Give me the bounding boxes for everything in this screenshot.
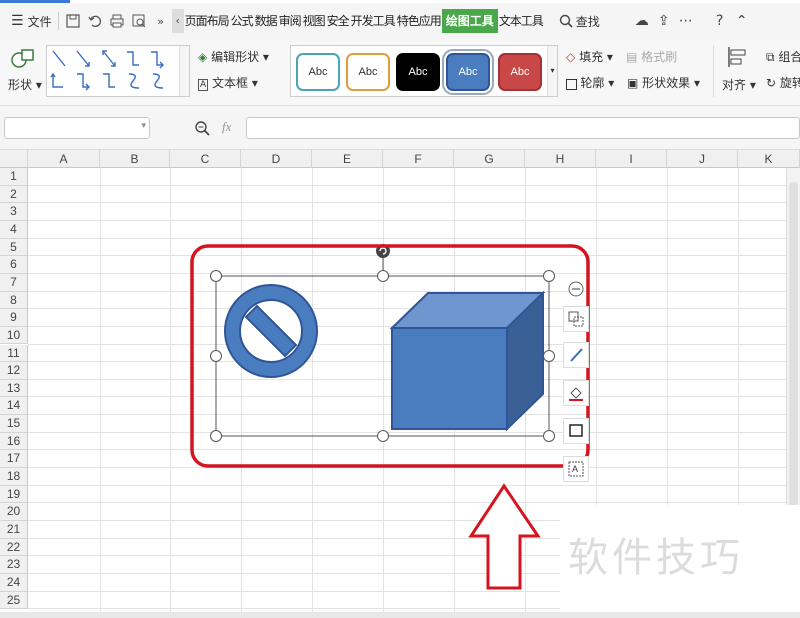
up-arrow-icon [468,483,541,590]
watermark-text: 软件技巧 [568,535,744,581]
